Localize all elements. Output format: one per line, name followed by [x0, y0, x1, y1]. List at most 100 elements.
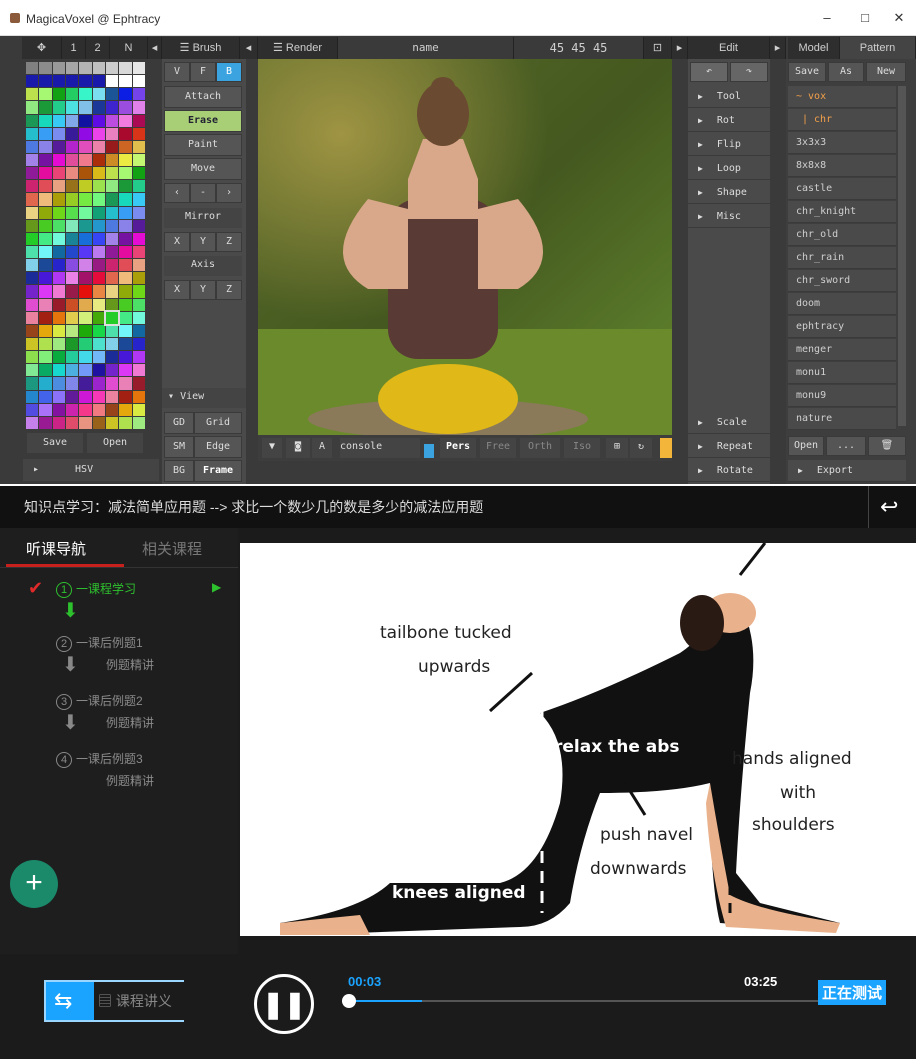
palette-swatch[interactable]	[92, 101, 105, 114]
iso-button[interactable]: Iso	[564, 438, 600, 458]
palette-swatch[interactable]	[26, 416, 39, 429]
pause-button[interactable]: ❚❚	[254, 974, 314, 1034]
palette-swatch[interactable]	[106, 416, 119, 429]
palette-swatch[interactable]	[26, 180, 39, 193]
palette-swatch[interactable]	[92, 167, 105, 180]
palette-swatch[interactable]	[52, 114, 65, 127]
palette-swatch[interactable]	[132, 338, 145, 351]
tab-pattern[interactable]: Pattern	[840, 37, 916, 59]
palette-swatch[interactable]	[39, 167, 52, 180]
palette-swatch[interactable]	[119, 140, 132, 153]
axis-z[interactable]: Z	[216, 280, 242, 300]
palette-swatch[interactable]	[66, 298, 79, 311]
palette-swatch[interactable]	[106, 88, 119, 101]
redo-icon[interactable]: ↷	[730, 62, 768, 82]
edit-item-loop[interactable]: ▶ Loop	[688, 158, 770, 180]
palette-swatch[interactable]	[92, 193, 105, 206]
palette-open-button[interactable]: Open	[86, 432, 144, 454]
palette-swatch[interactable]	[132, 246, 145, 259]
palette-swatch[interactable]	[26, 298, 39, 311]
palette-swatch[interactable]	[106, 285, 119, 298]
palette-swatch[interactable]	[132, 272, 145, 285]
free-button[interactable]: Free	[480, 438, 516, 458]
palette-swatch[interactable]	[39, 127, 52, 140]
palette-swatch[interactable]	[92, 219, 105, 232]
axis-y[interactable]: Y	[190, 280, 216, 300]
erase-button[interactable]: Erase	[164, 110, 242, 132]
palette-swatch[interactable]	[106, 193, 119, 206]
paint-button[interactable]: Paint	[164, 134, 242, 156]
palette-swatch[interactable]	[39, 219, 52, 232]
step-1[interactable]: 1 一课程学习	[56, 580, 136, 598]
palette-swatch[interactable]	[106, 259, 119, 272]
palette-swatch[interactable]	[119, 338, 132, 351]
palette-swatch[interactable]	[132, 364, 145, 377]
palette-swatch[interactable]	[106, 62, 119, 75]
palette-swatch[interactable]	[79, 416, 92, 429]
palette-swatch[interactable]	[92, 416, 105, 429]
palette-swatch[interactable]	[39, 154, 52, 167]
palette-swatch[interactable]	[79, 127, 92, 140]
model-list-item[interactable]: 3x3x3	[788, 132, 896, 154]
model-save-button[interactable]: Save	[788, 62, 826, 82]
palette-swatch[interactable]	[119, 324, 132, 337]
palette-swatch[interactable]	[66, 416, 79, 429]
palette-swatch[interactable]	[106, 403, 119, 416]
palette-swatch[interactable]	[79, 180, 92, 193]
palette-swatch[interactable]	[132, 62, 145, 75]
lesson-video-frame[interactable]: tailbone tucked upwards relax the abs ha…	[240, 543, 916, 936]
palette-swatch[interactable]	[66, 403, 79, 416]
model-list-item[interactable]: | chr	[788, 109, 896, 131]
palette-swatch[interactable]	[106, 351, 119, 364]
minus-button[interactable]: -	[190, 183, 216, 203]
palette-swatch[interactable]	[119, 377, 132, 390]
palette-swatch[interactable]	[66, 140, 79, 153]
palette-swatch[interactable]	[119, 232, 132, 245]
pers-button[interactable]: Pers	[440, 438, 476, 458]
palette-swatch[interactable]	[52, 390, 65, 403]
palette-swatch[interactable]	[119, 101, 132, 114]
palette-swatch[interactable]	[52, 232, 65, 245]
progress-knob[interactable]	[342, 994, 357, 1008]
palette-swatch[interactable]	[66, 377, 79, 390]
palette-swatch[interactable]	[52, 193, 65, 206]
edit-item-misc[interactable]: ▶ Misc	[688, 206, 770, 228]
palette-tab-2[interactable]: 2	[86, 37, 110, 59]
palette-swatch[interactable]	[119, 272, 132, 285]
palette-swatch[interactable]	[92, 180, 105, 193]
palette-swatch[interactable]	[66, 246, 79, 259]
palette-swatch[interactable]	[39, 416, 52, 429]
edit-item-tool[interactable]: ▶ Tool	[688, 86, 770, 108]
palette-swatch[interactable]	[39, 351, 52, 364]
palette-swatch[interactable]	[26, 311, 39, 324]
palette-swatch[interactable]	[39, 62, 52, 75]
palette-swatch[interactable]	[119, 180, 132, 193]
palette-swatch[interactable]	[39, 140, 52, 153]
palette-swatch[interactable]	[66, 193, 79, 206]
model-list-item[interactable]: ephtracy	[788, 316, 896, 338]
palette-swatch[interactable]	[26, 219, 39, 232]
palette-swatch[interactable]	[26, 167, 39, 180]
palette-swatch[interactable]	[79, 167, 92, 180]
palette-tab-1[interactable]: 1	[62, 37, 86, 59]
palette-swatch[interactable]	[39, 88, 52, 101]
palette-swatch[interactable]	[26, 403, 39, 416]
palette-swatch[interactable]	[119, 62, 132, 75]
palette-swatch[interactable]	[106, 377, 119, 390]
palette-swatch[interactable]	[79, 364, 92, 377]
close-button[interactable]: ✕	[884, 8, 914, 28]
edit-item-flip[interactable]: ▶ Flip	[688, 134, 770, 156]
palette-swatch[interactable]	[132, 403, 145, 416]
palette-swatch[interactable]	[26, 259, 39, 272]
palette-swatch[interactable]	[79, 75, 92, 88]
model-list-item[interactable]: chr_old	[788, 224, 896, 246]
mirror-z[interactable]: Z	[216, 232, 242, 252]
palette-swatch[interactable]	[39, 364, 52, 377]
palette-swatch[interactable]	[119, 298, 132, 311]
selected-swatch[interactable]	[104, 309, 121, 326]
palette-swatch[interactable]	[66, 285, 79, 298]
palette-swatch[interactable]	[79, 140, 92, 153]
palette-swatch[interactable]	[119, 154, 132, 167]
palette-swatch[interactable]	[26, 324, 39, 337]
palette-swatch[interactable]	[66, 154, 79, 167]
